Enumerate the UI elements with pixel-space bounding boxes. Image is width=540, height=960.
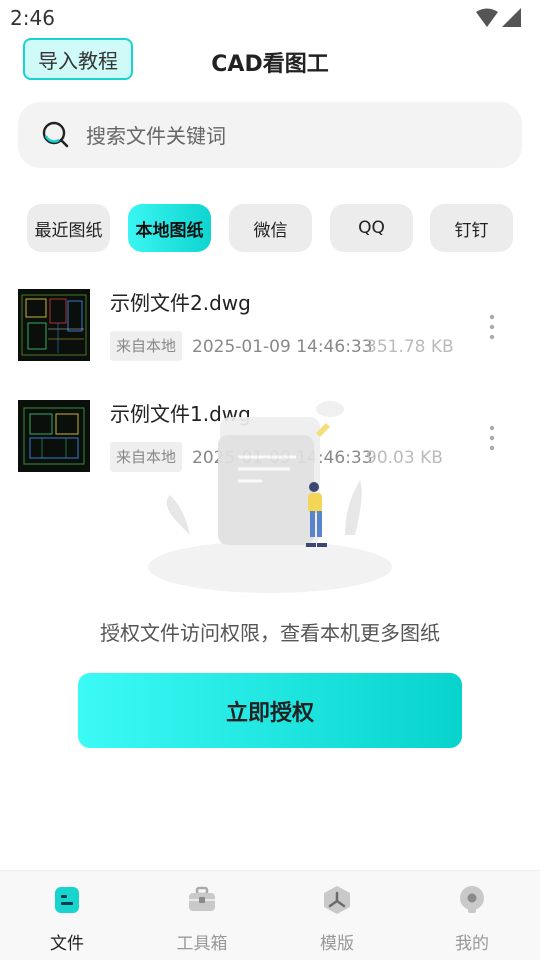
file-thumbnail <box>18 400 90 472</box>
nav-label: 模版 <box>320 934 354 954</box>
file-source-tag: 来自本地 <box>110 331 183 361</box>
nav-profile[interactable]: 我的 <box>432 885 512 955</box>
status-bar: 2:46 <box>0 0 540 36</box>
tab-recent[interactable]: 最近图纸 <box>27 204 110 252</box>
status-icons <box>476 8 522 28</box>
toolbox-icon <box>189 886 215 911</box>
nav-label: 我的 <box>455 934 489 954</box>
template-icon <box>324 886 350 914</box>
nav-files[interactable]: 文件 <box>27 885 107 955</box>
permission-illustration <box>148 401 392 593</box>
tab-qq[interactable]: QQ <box>330 204 413 252</box>
permission-hint: 授权文件访问权限，查看本机更多图纸 <box>100 621 440 645</box>
tab-local[interactable]: 本地图纸 <box>128 204 211 252</box>
status-time: 2:46 <box>10 6 55 30</box>
search-icon <box>42 121 69 148</box>
app-header: 导入教程 CAD看图工 <box>0 36 540 86</box>
search-bar[interactable] <box>18 102 522 168</box>
nav-template[interactable]: 模版 <box>297 885 377 955</box>
search-input[interactable] <box>84 116 488 156</box>
nav-toolbox[interactable]: 工具箱 <box>162 885 242 955</box>
file-size: 351.78 KB <box>366 337 454 357</box>
tab-wechat[interactable]: 微信 <box>229 204 312 252</box>
wifi-icon <box>476 8 498 27</box>
signal-icon <box>502 8 521 27</box>
authorize-button[interactable]: 立即授权 <box>78 673 462 748</box>
file-icon <box>55 887 79 913</box>
more-options-icon[interactable] <box>484 313 500 341</box>
source-tabs: 最近图纸 本地图纸 微信 QQ 钉钉 <box>27 204 517 252</box>
file-time: 2025-01-09 14:46:33 <box>192 337 373 357</box>
file-name: 示例文件2.dwg <box>110 291 251 315</box>
file-thumbnail <box>18 289 90 361</box>
more-options-icon[interactable] <box>484 424 500 452</box>
import-tutorial-button[interactable]: 导入教程 <box>23 38 133 80</box>
tab-dingtalk[interactable]: 钉钉 <box>430 204 513 252</box>
nav-label: 工具箱 <box>176 934 228 954</box>
nav-label: 文件 <box>50 934 84 954</box>
file-row[interactable]: 示例文件2.dwg 来自本地 2025-01-09 14:46:33 351.7… <box>0 289 540 379</box>
bottom-nav: 文件 工具箱 模版 我的 <box>0 870 540 960</box>
profile-icon <box>460 886 484 913</box>
